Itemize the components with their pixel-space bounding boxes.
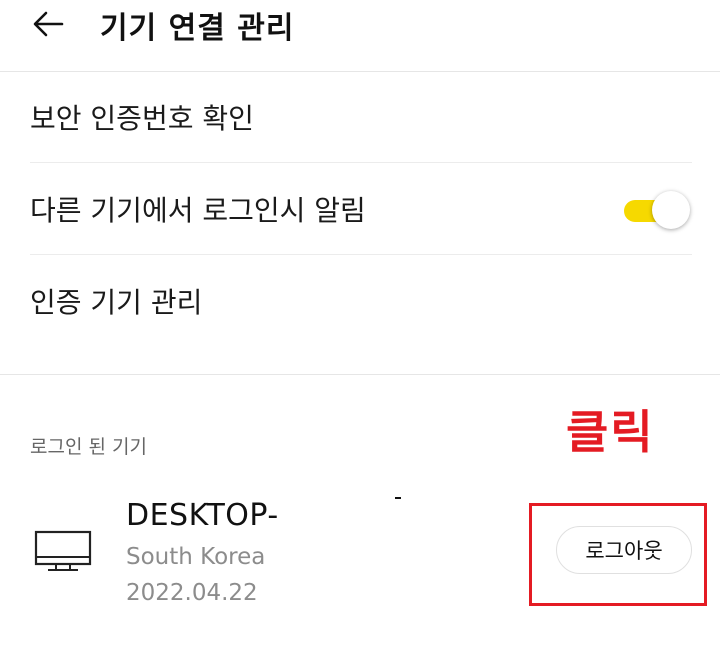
logged-in-section-label: 로그인 된 기기 xyxy=(30,436,147,458)
redacted-mark xyxy=(395,497,401,499)
page-title: 기기 연결 관리 xyxy=(100,11,295,46)
toggle-knob xyxy=(652,191,690,229)
back-button[interactable] xyxy=(30,6,66,42)
click-annotation: 클릭 xyxy=(566,405,655,459)
device-login-date: 2022.04.22 xyxy=(126,580,258,606)
menu-item-label: 인증 기기 관리 xyxy=(30,285,203,319)
menu-item-login-alert[interactable]: 다른 기기에서 로그인시 알림 xyxy=(30,164,692,255)
menu-item-auth-devices[interactable]: 인증 기기 관리 xyxy=(30,255,692,346)
menu-item-security-code[interactable]: 보안 인증번호 확인 xyxy=(30,72,692,163)
section-divider xyxy=(0,374,720,375)
device-connection-page: 기기 연결 관리 보안 인증번호 확인 다른 기기에서 로그인시 알림 인증 기… xyxy=(0,0,720,645)
arrow-left-icon xyxy=(33,11,64,37)
logout-button[interactable]: 로그아웃 xyxy=(556,526,692,574)
login-alert-toggle[interactable] xyxy=(624,191,690,229)
device-location: South Korea xyxy=(126,544,266,570)
desktop-monitor-icon xyxy=(34,530,92,571)
menu-item-label: 다른 기기에서 로그인시 알림 xyxy=(30,194,366,227)
header: 기기 연결 관리 xyxy=(0,0,720,72)
menu-item-label: 보안 인증번호 확인 xyxy=(30,102,254,135)
device-name: DESKTOP- xyxy=(126,498,279,533)
